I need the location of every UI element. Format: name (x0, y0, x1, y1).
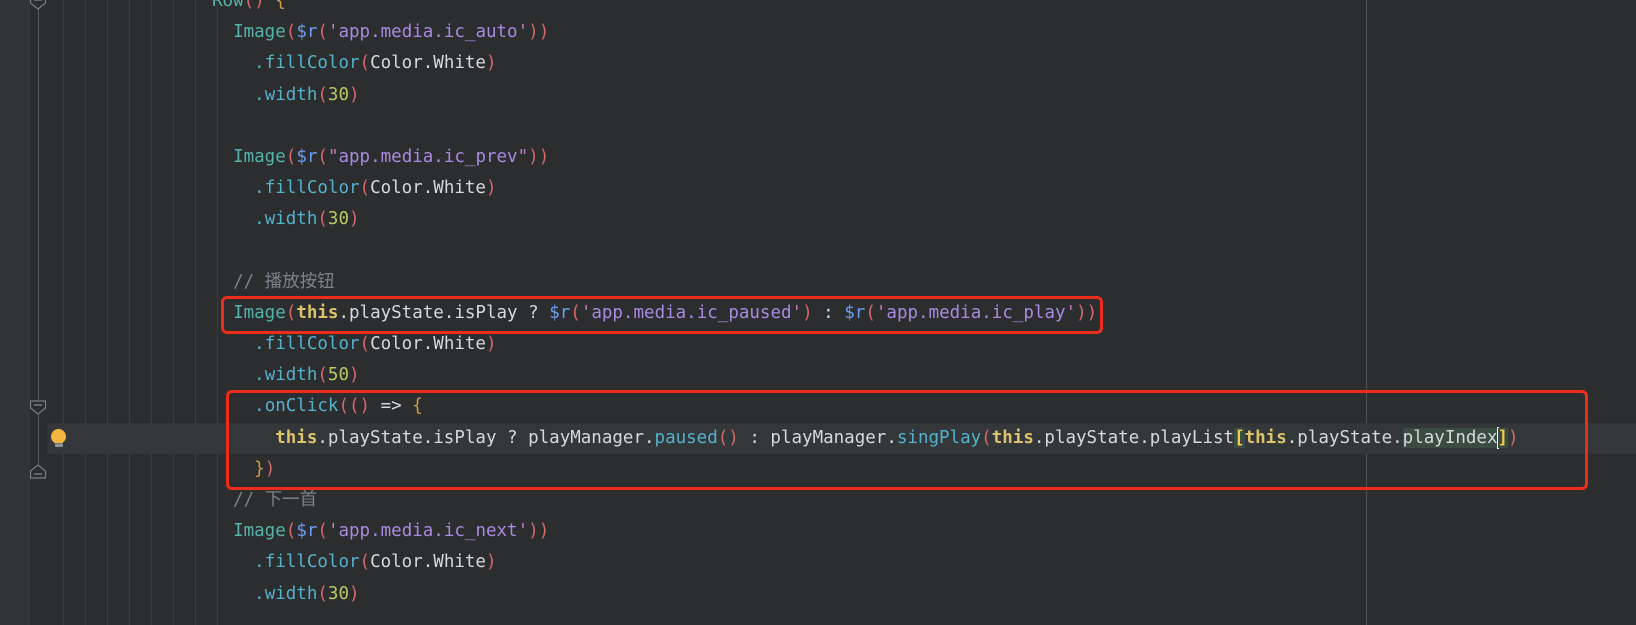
code-line-6[interactable]: .fillColor(Color.White) (212, 173, 1636, 204)
bulb-glass (51, 429, 66, 444)
indent-guide (151, 0, 152, 625)
indent-guide (63, 0, 64, 625)
code-line-8[interactable] (212, 236, 1636, 267)
fold-collapse-icon[interactable] (29, 0, 47, 10)
annotation-box-onclick (226, 390, 1588, 490)
code-editor: Row() { Image($r('app.media.ic_auto')) .… (0, 0, 1636, 625)
fold-collapse-icon[interactable] (29, 400, 47, 415)
code-line-4[interactable] (212, 111, 1636, 142)
code-line-18[interactable]: .fillColor(Color.White) (212, 547, 1636, 578)
code-line-12[interactable]: .width(50) (212, 360, 1636, 391)
indent-guide (195, 0, 196, 625)
bulb-base (55, 443, 63, 447)
indent-guide (85, 0, 86, 625)
code-line-0[interactable]: Row() { (212, 0, 1636, 17)
code-line-5[interactable]: Image($r("app.media.ic_prev")) (212, 142, 1636, 173)
code-line-9[interactable]: // 播放按钮 (212, 267, 1636, 298)
code-line-2[interactable]: .fillColor(Color.White) (212, 48, 1636, 79)
code-line-3[interactable]: .width(30) (212, 80, 1636, 111)
code-line-17[interactable]: Image($r('app.media.ic_next')) (212, 516, 1636, 547)
code-line-7[interactable]: .width(30) (212, 204, 1636, 235)
indent-guide (173, 0, 174, 625)
intention-bulb-icon[interactable] (51, 429, 67, 448)
editor-gutter (0, 0, 30, 625)
fold-collapse-end-icon[interactable] (29, 464, 47, 479)
code-line-19[interactable]: .width(30) (212, 579, 1636, 610)
code-line-1[interactable]: Image($r('app.media.ic_auto')) (212, 17, 1636, 48)
indent-guide (107, 0, 108, 625)
annotation-box-image-ternary (221, 296, 1103, 334)
fold-region-line (38, 8, 39, 468)
indent-guide (129, 0, 130, 625)
